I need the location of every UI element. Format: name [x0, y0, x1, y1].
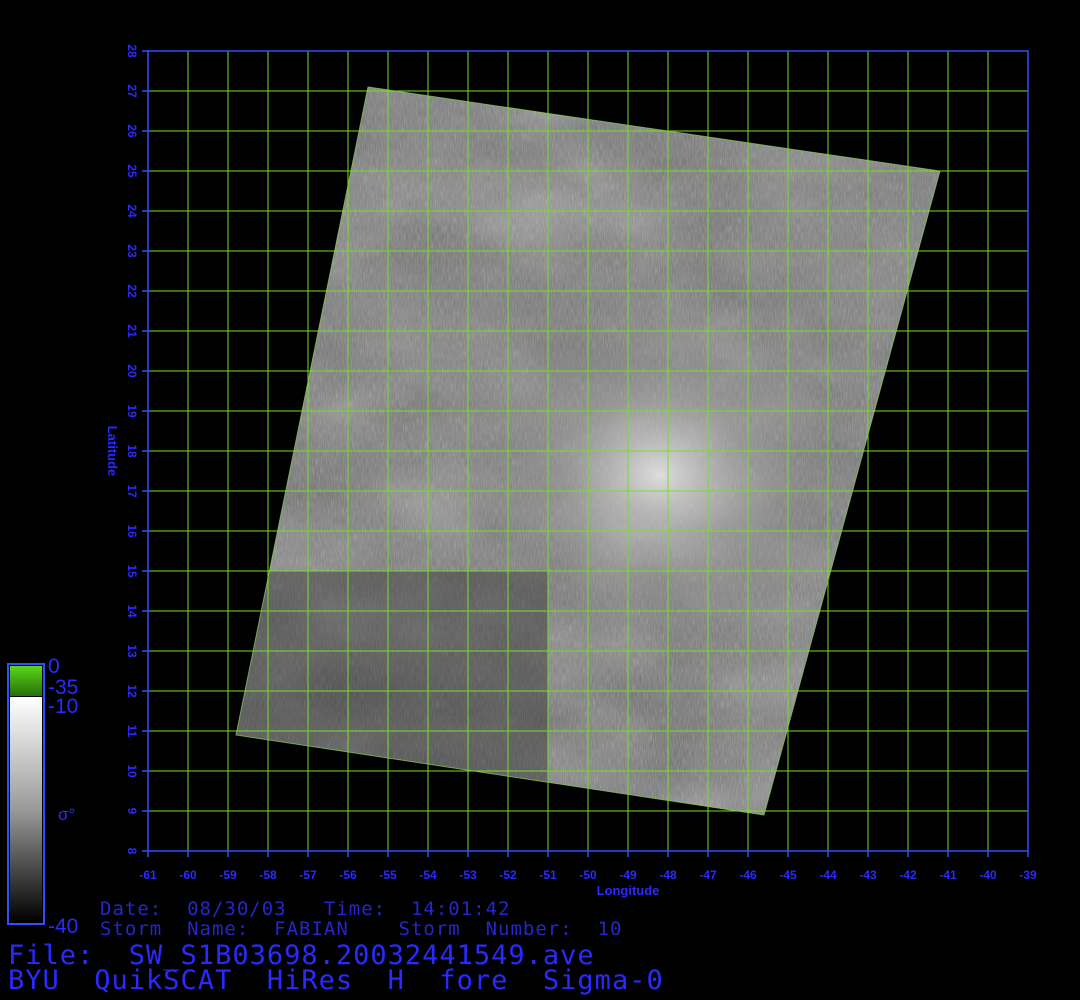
y-tick-label: 9 — [125, 808, 139, 815]
y-tick-label: 11 — [125, 725, 139, 738]
y-tick-label: 12 — [125, 684, 139, 698]
x-tick-label: -51 — [539, 868, 557, 882]
x-tick-label: -52 — [499, 868, 517, 882]
y-tick-label: 28 — [125, 44, 139, 58]
y-tick-label: 8 — [125, 848, 139, 855]
y-axis-label: Latitude — [105, 426, 120, 477]
y-tick-label: 21 — [125, 324, 139, 338]
y-tick-label: 10 — [125, 764, 139, 778]
y-tick-label: 20 — [125, 364, 139, 378]
lat-lon-grid — [148, 51, 1028, 851]
scatterometer-chart: -61 -60 -59 -58 -57 -56 -55 -54 -53 -52 -51 -50 -49 -… — [7, 44, 1037, 938]
colorbar-tick-0: 0 — [48, 655, 60, 678]
colorbar-sigma-label: σ° — [58, 805, 75, 824]
y-tick-label: 22 — [125, 284, 139, 298]
x-axis-label: Longitude — [597, 883, 660, 898]
x-tick-label: -56 — [339, 868, 357, 882]
x-tick-label: -44 — [819, 868, 837, 882]
x-tick-label: -45 — [779, 868, 797, 882]
y-tick-label: 25 — [125, 164, 139, 178]
x-tick-label: -43 — [859, 868, 877, 882]
x-tick-label: -42 — [899, 868, 917, 882]
storm-name-line: Storm Name: FABIAN Storm Number: 10 — [100, 918, 623, 940]
y-tick-label: 14 — [125, 604, 139, 618]
x-tick-label: -58 — [259, 868, 277, 882]
x-tick-label: -39 — [1019, 868, 1037, 882]
x-tick-label: -61 — [139, 868, 157, 882]
colorbar-green-segment — [10, 666, 42, 696]
x-tick-label: -59 — [219, 868, 237, 882]
y-tick-label: 27 — [125, 84, 139, 98]
x-tick-label: -55 — [379, 868, 397, 882]
x-tick-label: -41 — [939, 868, 957, 882]
y-tick-label: 17 — [125, 484, 139, 498]
x-tick-label: -50 — [579, 868, 597, 882]
x-tick-label: -60 — [179, 868, 197, 882]
colorbar — [7, 663, 45, 925]
x-tick-label: -46 — [739, 868, 757, 882]
y-tick-label: 15 — [125, 564, 139, 578]
date-time-line: Date: 08/30/03 Time: 14:01:42 — [100, 898, 511, 920]
y-tick-label: 13 — [125, 644, 139, 658]
y-tick-label: 18 — [125, 444, 139, 458]
x-tick-label: -57 — [299, 868, 317, 882]
y-tick-label: 26 — [125, 124, 139, 138]
colorbar-tick-minus40: -40 — [48, 915, 78, 938]
x-tick-label: -49 — [619, 868, 637, 882]
x-tick-label: -54 — [419, 868, 437, 882]
product-title-line: BYU QuikSCAT HiRes H fore Sigma-0 — [8, 965, 664, 996]
x-tick-label: -48 — [659, 868, 677, 882]
storm-bright-center — [460, 305, 860, 645]
x-tick-label: -53 — [459, 868, 477, 882]
y-tick-label: 24 — [125, 204, 139, 218]
y-tick-label: 16 — [125, 524, 139, 538]
y-tick-label: 19 — [125, 404, 139, 418]
x-tick-label: -40 — [979, 868, 997, 882]
y-tick-label: 23 — [125, 244, 139, 258]
colorbar-tick-minus10: -10 — [48, 695, 78, 718]
colorbar-gray-segment — [10, 697, 42, 922]
latitude-tick-labels: 8 9 10 11 12 13 14 15 16 17 18 19 20 21 22 23 24 25 26 27 28 — [125, 44, 148, 855]
x-tick-label: -47 — [699, 868, 717, 882]
longitude-tick-labels: -61 -60 -59 -58 -57 -56 -55 -54 -53 -52 -51 -50 -49 -… — [139, 851, 1037, 882]
